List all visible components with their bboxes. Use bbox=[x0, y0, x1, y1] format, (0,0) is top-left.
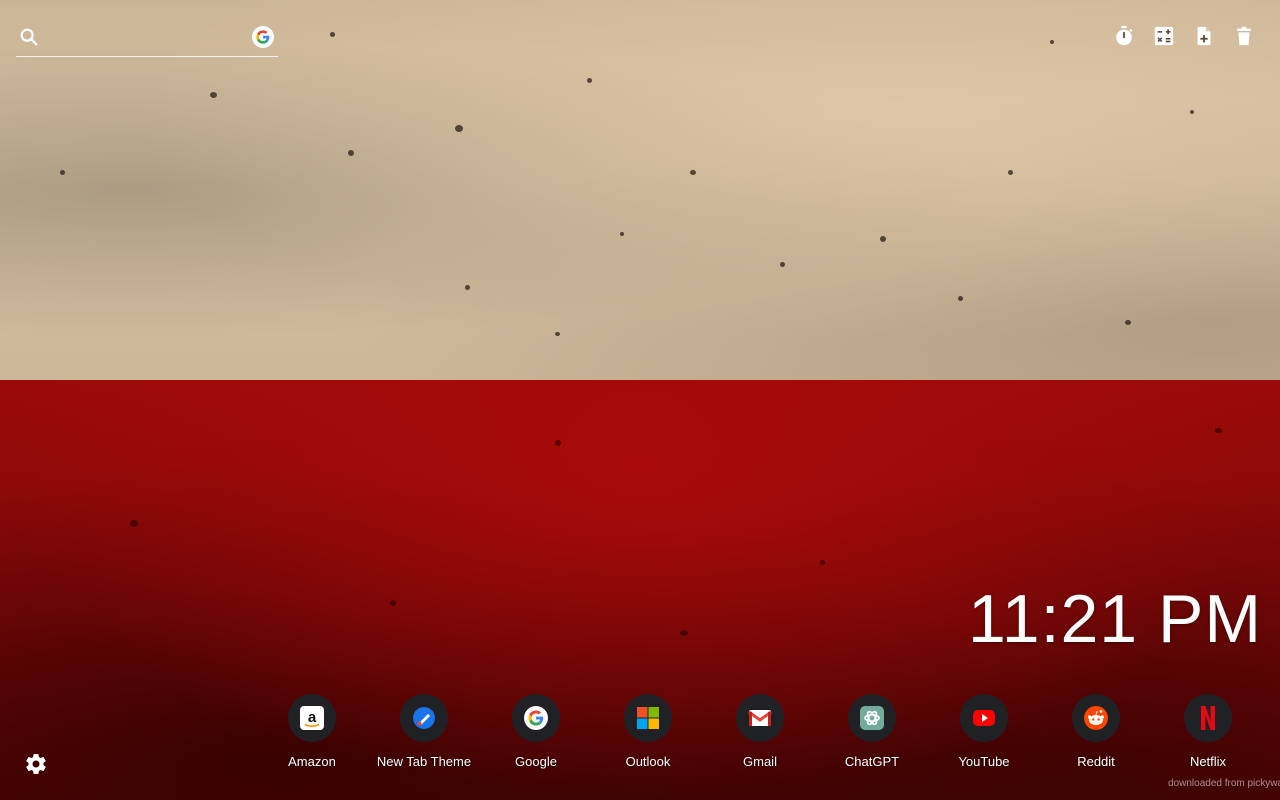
shortcut-label: Outlook bbox=[625, 754, 671, 769]
shortcut-label: YouTube bbox=[958, 754, 1010, 769]
youtube-icon bbox=[960, 694, 1008, 742]
reddit-icon bbox=[1072, 694, 1120, 742]
shortcut-label: Gmail bbox=[743, 754, 777, 769]
shortcut-label: ChatGPT bbox=[844, 754, 900, 769]
shortcut-label: Google bbox=[515, 754, 557, 769]
shortcut-label: Reddit bbox=[1077, 754, 1115, 769]
shortcut-netflix[interactable]: Netflix bbox=[1152, 694, 1264, 769]
shortcut-chatgpt[interactable]: ChatGPT bbox=[816, 694, 928, 769]
wallpaper-credit: downloaded from pickywallpapers.com bbox=[1168, 778, 1280, 789]
google-icon bbox=[512, 694, 560, 742]
trash-icon[interactable] bbox=[1233, 25, 1255, 47]
shortcut-youtube[interactable]: YouTube bbox=[928, 694, 1040, 769]
search-input[interactable] bbox=[50, 24, 244, 52]
wallpaper-white-band bbox=[0, 0, 1280, 380]
shortcut-google[interactable]: Google bbox=[480, 694, 592, 769]
note-add-icon[interactable] bbox=[1193, 25, 1215, 47]
stopwatch-icon[interactable] bbox=[1113, 25, 1135, 47]
gmail-icon bbox=[736, 694, 784, 742]
google-icon[interactable] bbox=[252, 26, 274, 48]
shortcut-amazon[interactable]: a Amazon bbox=[256, 694, 368, 769]
shortcut-label: Amazon bbox=[288, 754, 336, 769]
microsoft-icon bbox=[624, 694, 672, 742]
shortcut-outlook[interactable]: Outlook bbox=[592, 694, 704, 769]
search-icon[interactable] bbox=[18, 26, 40, 48]
brush-icon bbox=[400, 694, 448, 742]
calculator-icon[interactable] bbox=[1153, 25, 1175, 47]
shortcut-gmail[interactable]: Gmail bbox=[704, 694, 816, 769]
shortcut-label: New Tab Theme bbox=[376, 754, 472, 769]
svg-text:a: a bbox=[308, 709, 317, 726]
amazon-icon: a bbox=[288, 694, 336, 742]
gear-icon[interactable] bbox=[24, 752, 48, 776]
clock: 11:21 PM bbox=[967, 581, 1262, 657]
chatgpt-icon bbox=[848, 694, 896, 742]
shortcut-new-tab-theme[interactable]: New Tab Theme bbox=[368, 694, 480, 769]
search-bar bbox=[16, 22, 278, 57]
netflix-icon bbox=[1184, 694, 1232, 742]
shortcut-label: Netflix bbox=[1189, 754, 1227, 769]
shortcut-reddit[interactable]: Reddit bbox=[1040, 694, 1152, 769]
